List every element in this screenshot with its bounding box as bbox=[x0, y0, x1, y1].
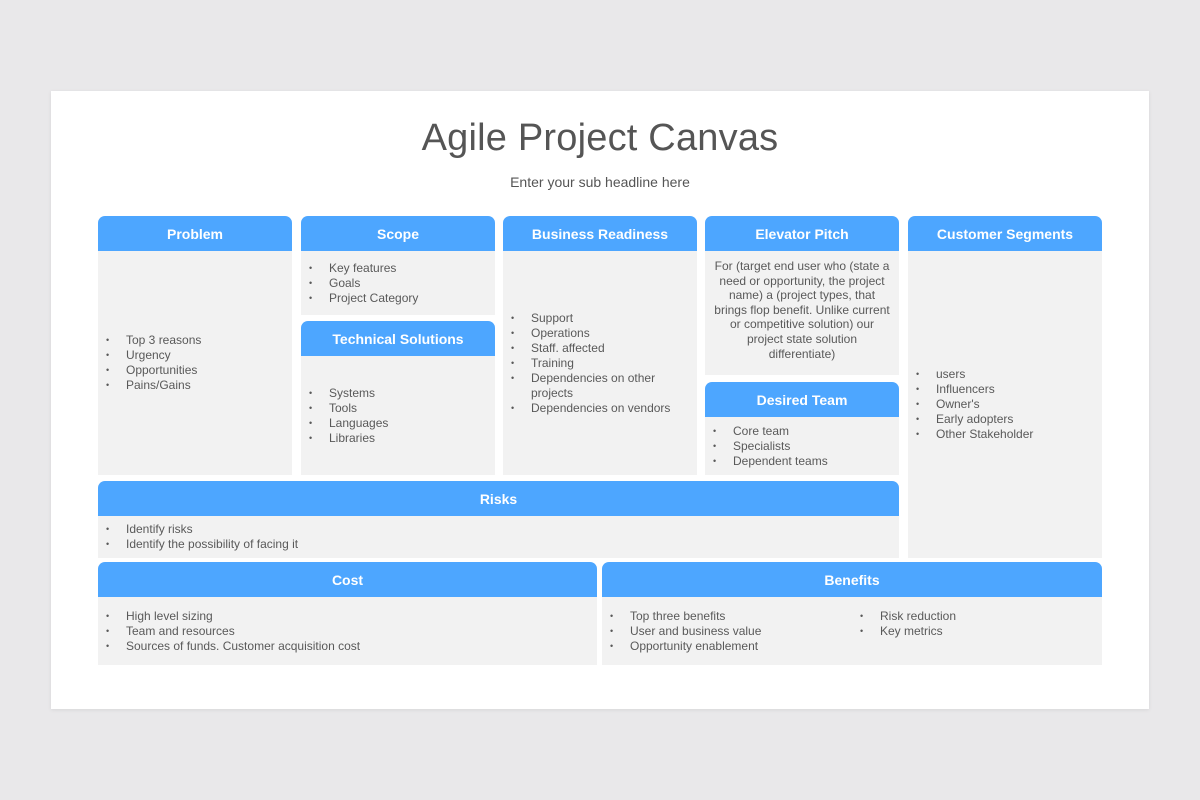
list-item: Early adopters bbox=[916, 412, 1033, 427]
elevator-pitch-card: Elevator Pitch For (target end user who … bbox=[705, 216, 899, 375]
list-item: Dependencies on other projects bbox=[511, 371, 691, 401]
list-item: User and business value bbox=[610, 624, 852, 639]
business-readiness-card: Business Readiness Support Operations St… bbox=[503, 216, 697, 475]
customer-segments-body: users Influencers Owner's Early adopters… bbox=[908, 251, 1102, 558]
desired-team-card: Desired Team Core team Specialists Depen… bbox=[705, 382, 899, 475]
cost-body: High level sizing Team and resources Sou… bbox=[98, 597, 597, 665]
problem-list: Top 3 reasons Urgency Opportunities Pain… bbox=[98, 333, 201, 393]
list-item: Risk reduction bbox=[860, 609, 1102, 624]
list-item: Systems bbox=[309, 386, 388, 401]
technical-solutions-list: Systems Tools Languages Libraries bbox=[301, 386, 389, 446]
risks-card: Risks Identify risks Identify the possib… bbox=[98, 481, 899, 558]
benefits-header: Benefits bbox=[602, 562, 1102, 597]
list-item: High level sizing bbox=[106, 609, 360, 624]
list-item: Dependent teams bbox=[713, 454, 828, 469]
business-readiness-header: Business Readiness bbox=[503, 216, 697, 251]
list-item: Support bbox=[511, 311, 691, 326]
business-readiness-list: Support Operations Staff. affected Train… bbox=[503, 311, 691, 416]
problem-card: Problem Top 3 reasons Urgency Opportunit… bbox=[98, 216, 292, 475]
list-item: Opportunities bbox=[106, 363, 201, 378]
elevator-pitch-header: Elevator Pitch bbox=[705, 216, 899, 251]
page-subtitle: Enter your sub headline here bbox=[510, 174, 690, 190]
problem-body: Top 3 reasons Urgency Opportunities Pain… bbox=[98, 251, 292, 475]
slide: Agile Project Canvas Enter your sub head… bbox=[51, 91, 1149, 709]
technical-solutions-card: Technical Solutions Systems Tools Langua… bbox=[301, 321, 495, 475]
list-item: Team and resources bbox=[106, 624, 360, 639]
list-item: Sources of funds. Customer acquisition c… bbox=[106, 639, 360, 654]
benefits-columns: Top three benefits User and business val… bbox=[602, 609, 1102, 654]
technical-solutions-body: Systems Tools Languages Libraries bbox=[301, 356, 495, 475]
list-item: Staff. affected bbox=[511, 341, 691, 356]
risks-header: Risks bbox=[98, 481, 899, 516]
risks-list: Identify risks Identify the possibility … bbox=[98, 522, 298, 552]
list-item: Core team bbox=[713, 424, 828, 439]
problem-header: Problem bbox=[98, 216, 292, 251]
benefits-card: Benefits Top three benefits User and bus… bbox=[602, 562, 1102, 665]
desired-team-body: Core team Specialists Dependent teams bbox=[705, 417, 899, 475]
list-item: Opportunity enablement bbox=[610, 639, 852, 654]
list-item: Languages bbox=[309, 416, 389, 431]
elevator-pitch-text: For (target end user who (state a need o… bbox=[714, 259, 890, 361]
cost-header: Cost bbox=[98, 562, 597, 597]
list-item: Tools bbox=[309, 401, 388, 416]
customer-segments-list: users Influencers Owner's Early adopters… bbox=[908, 367, 1033, 442]
list-item: Goals bbox=[309, 276, 418, 291]
list-item: Libraries bbox=[309, 431, 388, 446]
risks-body: Identify risks Identify the possibility … bbox=[98, 516, 899, 558]
list-item: Specialists bbox=[713, 439, 828, 454]
technical-solutions-header: Technical Solutions bbox=[301, 321, 495, 356]
list-item: Other Stakeholder bbox=[916, 427, 1033, 442]
list-item: Project Category bbox=[309, 291, 418, 306]
page-title: Agile Project Canvas bbox=[421, 117, 779, 159]
customer-segments-card: Customer Segments users Influencers Owne… bbox=[908, 216, 1102, 558]
list-item: Pains/Gains bbox=[106, 378, 201, 393]
benefits-list-left: Top three benefits User and business val… bbox=[602, 609, 852, 654]
list-item: Identify the possibility of facing it bbox=[106, 537, 298, 552]
scope-list: Key features Goals Project Category bbox=[301, 261, 418, 306]
list-item: Top three benefits bbox=[610, 609, 852, 624]
desired-team-header: Desired Team bbox=[705, 382, 899, 417]
list-item: Top 3 reasons bbox=[106, 333, 201, 348]
list-item: Training bbox=[511, 356, 691, 371]
desired-team-list: Core team Specialists Dependent teams bbox=[705, 424, 828, 469]
elevator-pitch-body: For (target end user who (state a need o… bbox=[705, 251, 899, 375]
benefits-list-right: Risk reduction Key metrics bbox=[852, 609, 1102, 639]
list-item: Operations bbox=[511, 326, 691, 341]
scope-header: Scope bbox=[301, 216, 495, 251]
list-item: Key metrics bbox=[860, 624, 1102, 639]
list-item: Key features bbox=[309, 261, 418, 276]
business-readiness-body: Support Operations Staff. affected Train… bbox=[503, 251, 697, 475]
cost-card: Cost High level sizing Team and resource… bbox=[98, 562, 597, 665]
customer-segments-header: Customer Segments bbox=[908, 216, 1102, 251]
scope-card: Scope Key features Goals Project Categor… bbox=[301, 216, 495, 315]
cost-list: High level sizing Team and resources Sou… bbox=[98, 609, 360, 654]
list-item: Owner's bbox=[916, 397, 1033, 412]
list-item: Urgency bbox=[106, 348, 201, 363]
list-item: Influencers bbox=[916, 382, 1033, 397]
list-item: Identify risks bbox=[106, 522, 298, 537]
scope-body: Key features Goals Project Category bbox=[301, 251, 495, 315]
list-item: Dependencies on vendors bbox=[511, 401, 691, 416]
benefits-body: Top three benefits User and business val… bbox=[602, 597, 1102, 665]
list-item: users bbox=[916, 367, 1033, 382]
